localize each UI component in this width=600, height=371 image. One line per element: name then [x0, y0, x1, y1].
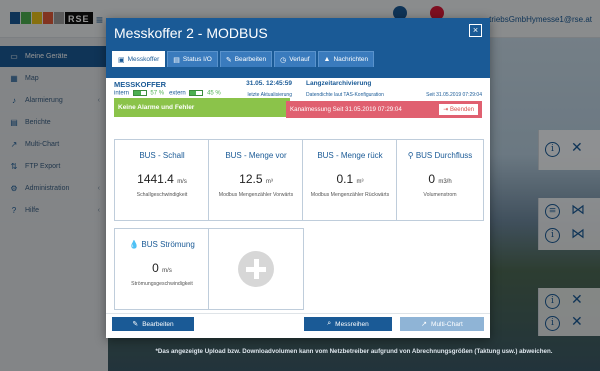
- tile-unit: m3/h: [438, 179, 452, 185]
- modal-tabs: ▣ Messkoffer ▤ Status I/O ✎ Bearbeiten ◷…: [112, 51, 376, 67]
- last-update-time: 31.05. 12:45:59: [246, 80, 292, 87]
- tile-subtitle: Strömungsgeschwindigkeit: [131, 281, 193, 287]
- intern-percent: 57 %: [150, 90, 165, 97]
- tile-subtitle: Modbus Mengenzähler Rückwärts: [310, 192, 390, 198]
- channel-measurement-text: Kanalmessung Seit 31.05.2019 07:29:04: [290, 106, 402, 113]
- device-modal: Messkoffer 2 - MODBUS × ▣ Messkoffer ▤ S…: [106, 18, 490, 338]
- archive-info: Langzeitarchivierung Datendichte laut TA…: [306, 80, 482, 98]
- tile-value: 0.1: [336, 172, 354, 186]
- measurement-series-button[interactable]: ⌕ Messreihen: [304, 317, 392, 331]
- tile-bus-menge-vor[interactable]: BUS - Menge vor 12.5 m³ Modbus Mengenzäh…: [208, 139, 304, 221]
- modal-footer-divider: [106, 313, 490, 314]
- edit-icon: ✎: [132, 321, 139, 328]
- tile-value: 0: [152, 261, 159, 275]
- archive-since: Seit 31.05.2019 07:29:04: [426, 92, 482, 98]
- tab-label: Status I/O: [182, 56, 212, 63]
- tab-messkoffer[interactable]: ▣ Messkoffer: [112, 51, 166, 67]
- faucet-icon: ⚲: [407, 151, 414, 160]
- tile-title: BUS - Menge vor: [225, 151, 287, 160]
- extern-label: extern: [169, 90, 186, 97]
- status-icon: ▤: [173, 56, 180, 64]
- chart-icon: ↗: [421, 321, 428, 328]
- device-info: MESSKOFFER intern 57 % extern 45 %: [114, 80, 221, 97]
- intern-label: intern: [114, 90, 130, 97]
- tile-subtitle: Modbus Mengenzähler Vorwärts: [218, 192, 294, 198]
- tab-label: Nachrichten: [333, 56, 369, 63]
- edit-button-label: Bearbeiten: [142, 320, 174, 328]
- extern-percent: 45 %: [207, 90, 221, 97]
- tile-unit: m/s: [162, 268, 172, 274]
- channel-measurement-bar: Kanalmessung Seit 31.05.2019 07:29:04 ⇥ …: [286, 101, 482, 118]
- device-name: MESSKOFFER: [114, 80, 167, 89]
- close-icon[interactable]: ×: [469, 24, 482, 37]
- tile-title: BUS - Schall: [139, 151, 185, 160]
- stop-measurement-label: Beenden: [449, 107, 474, 113]
- edit-button[interactable]: ✎ Bearbeiten: [112, 317, 194, 331]
- tile-unit: m³: [356, 179, 364, 185]
- tab-label: Messkoffer: [127, 56, 160, 63]
- tile-bus-durchfluss[interactable]: ⚲ BUS Durchfluss 0 m3/h Volumenstrom: [396, 139, 484, 221]
- tab-bearbeiten[interactable]: ✎ Bearbeiten: [219, 51, 273, 67]
- case-icon: ▣: [118, 56, 125, 64]
- tile-value: 12.5: [239, 172, 263, 186]
- tile-value: 0: [428, 172, 435, 186]
- tab-status-io[interactable]: ▤ Status I/O: [167, 51, 218, 67]
- edit-icon: ✎: [225, 56, 232, 64]
- tile-bus-menge-rueck[interactable]: BUS - Menge rück 0.1 m³ Modbus Mengenzäh…: [302, 139, 398, 221]
- modal-header: Messkoffer 2 - MODBUS × ▣ Messkoffer ▤ S…: [106, 18, 490, 78]
- no-alarms-bar: Keine Alarme und Fehler: [114, 98, 290, 117]
- drop-icon: 💧: [129, 240, 140, 249]
- multi-chart-label: Multi-Chart: [431, 320, 463, 328]
- stop-measurement-button[interactable]: ⇥ Beenden: [439, 104, 478, 115]
- archive-title: Langzeitarchivierung: [306, 80, 372, 87]
- battery-extern-icon: [189, 90, 204, 96]
- tab-nachrichten[interactable]: ▲ Nachrichten: [317, 51, 375, 67]
- plus-icon: [238, 251, 274, 287]
- battery-intern-icon: [132, 90, 147, 96]
- tile-title: BUS - Menge rück: [317, 151, 383, 160]
- warning-icon: ▲: [323, 56, 331, 63]
- tab-verlauf[interactable]: ◷ Verlauf: [274, 51, 316, 67]
- tab-label: Bearbeiten: [234, 56, 267, 63]
- tile-title: BUS Durchfluss: [415, 151, 473, 160]
- tile-value: 1441.4: [137, 172, 174, 186]
- history-icon: ◷: [280, 56, 287, 64]
- archive-subtitle: Datendichte laut TAS-Konfiguration: [306, 92, 384, 98]
- tile-subtitle: Volumenstrom: [423, 192, 457, 198]
- search-icon: ⌕: [327, 320, 332, 327]
- tile-unit: m/s: [177, 179, 187, 185]
- tile-subtitle: Schallgeschwindigkeit: [136, 192, 188, 198]
- exit-icon: ⇥: [443, 107, 449, 113]
- volume-footnote: *Das angezeigte Upload bzw. Downloadvolu…: [155, 348, 553, 355]
- multi-chart-button[interactable]: ↗ Multi-Chart: [400, 317, 484, 331]
- tab-label: Verlauf: [289, 56, 310, 63]
- last-update: 31.05. 12:45:59 letzte Aktualisierung: [236, 80, 292, 98]
- measurement-series-label: Messreihen: [335, 320, 369, 328]
- modal-title: Messkoffer 2 - MODBUS: [114, 25, 268, 41]
- add-tile-button[interactable]: [208, 228, 304, 310]
- tile-bus-schall[interactable]: BUS - Schall 1441.4 m/s Schallgeschwindi…: [114, 139, 210, 221]
- tile-unit: m³: [265, 179, 273, 185]
- tile-title: BUS Strömung: [141, 240, 195, 249]
- tile-bus-stroemung[interactable]: 💧 BUS Strömung 0 m/s Strömungsgeschwindi…: [114, 228, 210, 310]
